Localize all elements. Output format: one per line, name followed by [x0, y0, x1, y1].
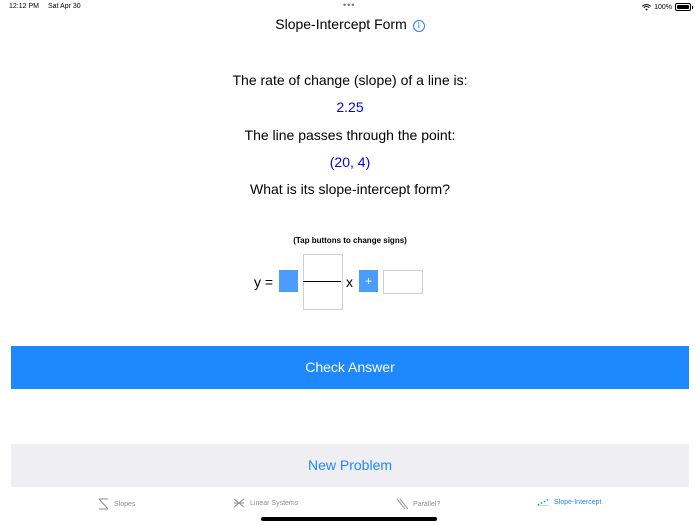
- status-time: 12:12 PM: [9, 3, 39, 10]
- slope-sign-button[interactable]: [279, 270, 298, 292]
- parallel-icon: [396, 498, 408, 510]
- tab-parallel[interactable]: Parallel?: [396, 498, 440, 510]
- multitasking-dots[interactable]: •••: [343, 0, 355, 10]
- tab-slope-intercept[interactable]: Slope-Intercept: [537, 498, 601, 506]
- sign-hint: (Tap buttons to change signs): [293, 236, 407, 245]
- point-value: (20, 4): [329, 154, 371, 170]
- battery-percent: 100%: [654, 3, 672, 11]
- status-date: Sat Apr 30: [47, 3, 81, 10]
- question-point-text: The line passes through the point:: [244, 127, 456, 143]
- tab-label: Slopes: [114, 500, 136, 508]
- y-equals-label: y =: [254, 274, 274, 290]
- x-label: x: [346, 274, 353, 290]
- slope-intercept-icon: [537, 499, 549, 506]
- status-left: 12:12 PM Sat Apr 30: [9, 3, 90, 10]
- home-indicator[interactable]: [261, 517, 437, 521]
- tab-label: Slope-Intercept: [554, 498, 602, 506]
- slope-numerator-input[interactable]: [303, 255, 341, 281]
- nav-bar: Slope-Intercept Form i: [0, 16, 700, 32]
- wifi-icon: [642, 3, 652, 11]
- intercept-sign-button[interactable]: +: [359, 270, 378, 292]
- tab-linear-systems[interactable]: Linear Systems: [233, 498, 298, 508]
- slopes-icon: [98, 498, 109, 510]
- question-prompt: What is its slope-intercept form?: [250, 181, 450, 197]
- tab-label: Parallel?: [413, 500, 441, 508]
- slope-denominator-input[interactable]: [303, 283, 341, 309]
- page-title: Slope-Intercept Form: [275, 16, 407, 32]
- slope-value: 2.25: [336, 99, 364, 115]
- question-slope-text: The rate of change (slope) of a line is:: [232, 72, 468, 88]
- info-icon[interactable]: i: [412, 20, 425, 32]
- status-right: 100%: [642, 3, 693, 11]
- intercept-input[interactable]: [383, 270, 423, 294]
- status-bar: 12:12 PM Sat Apr 30 ••• 100%: [0, 0, 700, 14]
- tab-label: Linear Systems: [250, 499, 299, 507]
- new-problem-button[interactable]: New Problem: [11, 444, 689, 487]
- battery-icon: [675, 3, 693, 11]
- fraction-bar: [303, 281, 341, 282]
- tab-slopes[interactable]: Slopes: [98, 498, 135, 510]
- linear-systems-icon: [233, 498, 245, 508]
- check-answer-button[interactable]: Check Answer: [11, 346, 689, 389]
